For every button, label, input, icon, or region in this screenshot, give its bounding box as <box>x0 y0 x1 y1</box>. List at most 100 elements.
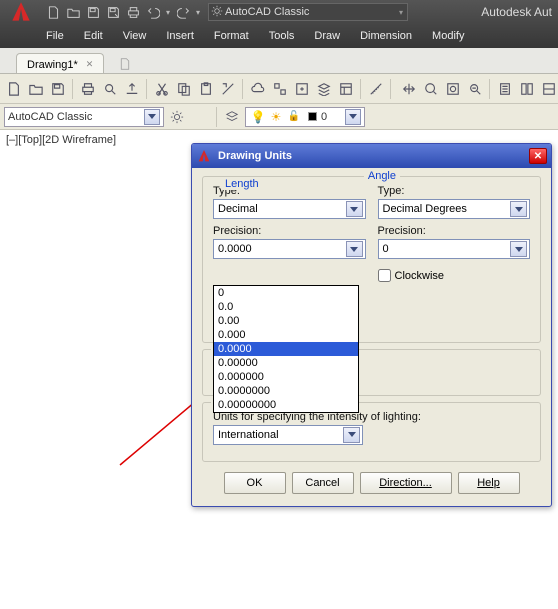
menu-modify[interactable]: Modify <box>432 30 464 42</box>
layer-manager-icon[interactable] <box>223 108 241 126</box>
measure-icon[interactable] <box>366 79 385 99</box>
precision-option[interactable]: 0.0000000 <box>214 384 358 398</box>
angle-precision-value: 0 <box>383 243 511 255</box>
saveas-icon[interactable] <box>104 3 122 21</box>
redo-icon[interactable] <box>174 3 192 21</box>
precision-option[interactable]: 0.00000000 <box>214 398 358 412</box>
length-precision-label: Precision: <box>213 225 366 237</box>
copy-icon[interactable] <box>174 79 193 99</box>
app-title: Autodesk Aut <box>481 5 558 19</box>
workspace-combo[interactable]: AutoCAD Classic <box>4 107 164 127</box>
precision-dropdown-list[interactable]: 00.00.000.0000.00000.000000.0000000.0000… <box>213 285 359 413</box>
menu-tools[interactable]: Tools <box>269 30 295 42</box>
new-tab-button[interactable] <box>108 53 142 73</box>
menu-view[interactable]: View <box>123 30 147 42</box>
ok-button[interactable]: OK <box>224 472 286 494</box>
layer-value: 0 <box>321 111 342 123</box>
chevron-down-icon <box>510 241 527 257</box>
close-icon[interactable]: ✕ <box>86 59 94 70</box>
help-button[interactable]: Help <box>458 472 520 494</box>
publish-icon[interactable] <box>122 79 141 99</box>
menu-draw[interactable]: Draw <box>314 30 340 42</box>
chevron-down-icon <box>345 109 361 125</box>
redo-dropdown-icon[interactable]: ▾ <box>194 8 202 17</box>
cloud-icon[interactable] <box>248 79 267 99</box>
viewport-label[interactable]: [–][Top][2D Wireframe] <box>6 134 116 146</box>
paste-icon[interactable] <box>196 79 215 99</box>
undo-icon[interactable] <box>144 3 162 21</box>
length-precision-combo[interactable]: 0.0000 <box>213 239 366 259</box>
doc-tab-active[interactable]: Drawing1* ✕ <box>16 53 104 73</box>
chevron-down-icon <box>343 427 360 443</box>
clockwise-checkbox[interactable]: Clockwise <box>378 269 531 282</box>
undo-dropdown-icon[interactable]: ▾ <box>164 8 172 17</box>
direction-button[interactable]: Direction... <box>360 472 452 494</box>
standard-toolbar <box>0 74 558 104</box>
print-icon[interactable] <box>78 79 97 99</box>
dialog-title: Drawing Units <box>218 150 523 162</box>
cut-icon[interactable] <box>152 79 171 99</box>
block-icon[interactable] <box>270 79 289 99</box>
precision-option[interactable]: 0.00 <box>214 314 358 328</box>
layer-icon[interactable] <box>314 79 333 99</box>
palette-icon[interactable] <box>517 79 536 99</box>
menu-file[interactable]: File <box>46 30 64 42</box>
menu-format[interactable]: Format <box>214 30 249 42</box>
xref-icon[interactable] <box>292 79 311 99</box>
precision-option[interactable]: 0.000 <box>214 328 358 342</box>
chevron-down-icon <box>346 201 363 217</box>
dialog-titlebar[interactable]: Drawing Units ✕ <box>192 144 551 168</box>
gear-icon[interactable] <box>168 108 186 126</box>
precision-option[interactable]: 0.00000 <box>214 356 358 370</box>
workspace-combo-value: AutoCAD Classic <box>8 111 141 123</box>
angle-type-combo[interactable]: Decimal Degrees <box>378 199 531 219</box>
menu-edit[interactable]: Edit <box>84 30 103 42</box>
cancel-button[interactable]: Cancel <box>292 472 354 494</box>
unlock-icon: 🔓 <box>285 108 303 126</box>
workspace-label: AutoCAD Classic <box>225 6 397 18</box>
document-tabs: Drawing1* ✕ <box>0 48 558 74</box>
props-icon[interactable] <box>336 79 355 99</box>
print-icon[interactable] <box>124 3 142 21</box>
sun-icon: ☀ <box>267 108 285 126</box>
tool-palette-icon[interactable] <box>539 79 558 99</box>
precision-option[interactable]: 0 <box>214 286 358 300</box>
new-icon[interactable] <box>44 3 62 21</box>
lighting-combo[interactable]: International <box>213 425 363 445</box>
dialog-buttons: OK Cancel Direction... Help <box>202 468 541 496</box>
zoom-prev-icon[interactable] <box>465 79 484 99</box>
save-icon[interactable] <box>84 3 102 21</box>
match-icon[interactable] <box>218 79 237 99</box>
menu-dimension[interactable]: Dimension <box>360 30 412 42</box>
zoom-extents-icon[interactable] <box>421 79 440 99</box>
sheet-icon[interactable] <box>495 79 514 99</box>
doc-tab-label: Drawing1* <box>27 59 78 71</box>
length-angle-group: Length Type: Decimal Precision: 0.0000 0… <box>202 176 541 343</box>
close-button[interactable]: ✕ <box>529 148 547 164</box>
precision-option[interactable]: 0.0 <box>214 300 358 314</box>
menu-insert[interactable]: Insert <box>166 30 194 42</box>
precision-option[interactable]: 0.0000 <box>214 342 358 356</box>
open-icon[interactable] <box>64 3 82 21</box>
pan-icon[interactable] <box>399 79 418 99</box>
chevron-down-icon <box>510 201 527 217</box>
layer-combo[interactable]: 💡 ☀ 🔓 0 <box>245 107 365 127</box>
chevron-down-icon: ▾ <box>397 8 405 17</box>
angle-precision-combo[interactable]: 0 <box>378 239 531 259</box>
preview-icon[interactable] <box>100 79 119 99</box>
chevron-down-icon <box>346 241 363 257</box>
open-icon[interactable] <box>26 79 45 99</box>
workspace-selector[interactable]: AutoCAD Classic ▾ <box>208 3 408 21</box>
save-icon[interactable] <box>48 79 67 99</box>
zoom-window-icon[interactable] <box>443 79 462 99</box>
precision-option[interactable]: 0.000000 <box>214 370 358 384</box>
clockwise-input[interactable] <box>378 269 391 282</box>
drawing-units-dialog: Drawing Units ✕ Length Type: Decimal Pre… <box>191 143 552 507</box>
new-icon[interactable] <box>4 79 23 99</box>
bulb-icon: 💡 <box>249 108 267 126</box>
titlebar: ▾ ▾ AutoCAD Classic ▾ Autodesk Aut File … <box>0 0 558 48</box>
angle-legend: Angle <box>364 170 400 182</box>
length-type-combo[interactable]: Decimal <box>213 199 366 219</box>
angle-type-label: Type: <box>378 185 531 197</box>
length-type-value: Decimal <box>218 203 346 215</box>
